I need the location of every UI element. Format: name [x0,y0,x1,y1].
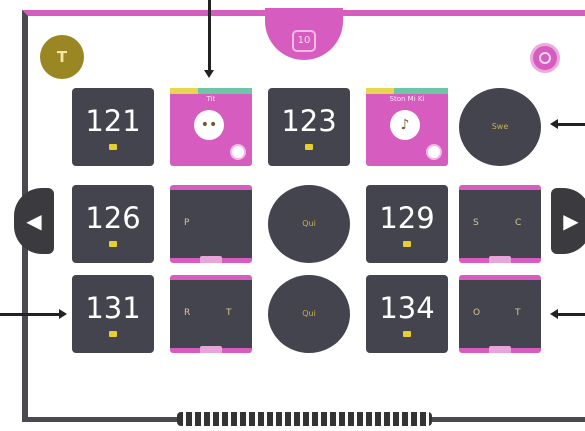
card-top-strip-accent [394,88,448,94]
number-card[interactable]: 121 [72,88,154,166]
card-number: 129 [379,201,435,235]
avatar[interactable]: T [40,35,84,79]
card-label: Qui [302,219,316,228]
card-number: 126 [85,201,141,235]
media-card[interactable]: Tit •• [170,88,252,166]
chevron-left-icon: ◀ [26,209,42,233]
card-marker [109,331,117,337]
panel-right-text: T [515,308,521,318]
number-card[interactable]: 129 [366,185,448,263]
panel-tab [200,346,222,353]
panel-card[interactable]: P [170,185,252,263]
panel-tab [200,256,222,263]
next-page-button[interactable]: ▶ [551,188,585,254]
menu-button[interactable] [530,43,560,73]
card-marker [403,241,411,247]
menu-icon [539,52,551,64]
number-card[interactable]: 134 [366,275,448,353]
top-tab-label: 10 [292,30,316,52]
media-card[interactable]: Ston Mi Ki ♪ [366,88,448,166]
panel-left-text: R [184,308,191,318]
card-title: Ston Mi Ki [389,95,425,103]
card-top-strip-accent [198,88,252,94]
panel-card[interactable]: OT [459,275,541,353]
card-label: Swe [491,122,509,131]
callout-line-right-top [557,123,585,126]
panel-card[interactable]: RT [170,275,252,353]
callout-arrow-top [204,70,214,78]
callout-arrow-right-top [550,119,558,129]
card-number: 121 [85,104,141,138]
panel-left-text: P [184,218,190,228]
circle-card[interactable]: Swe [459,88,541,166]
prev-page-button[interactable]: ◀ [14,188,54,254]
panel-tab [489,346,511,353]
circle-card[interactable]: Qui [268,275,350,353]
panel-right-text: T [226,308,232,318]
number-card[interactable]: 131 [72,275,154,353]
panel-card[interactable]: SC [459,185,541,263]
number-card[interactable]: 126 [72,185,154,263]
card-image-icon: •• [194,110,224,140]
card-number: 131 [85,291,141,325]
card-number: 134 [379,291,435,325]
circle-card[interactable]: Qui [268,185,350,263]
panel-left-text: S [473,218,479,228]
callout-arrow-right-bottom [550,309,558,319]
card-badge-icon [230,144,246,160]
callout-line-top [208,0,211,72]
card-label: Qui [302,309,316,318]
card-marker [109,144,117,150]
callout-line-left [0,313,60,316]
card-number: 123 [281,104,337,138]
card-image-icon: ♪ [390,110,420,140]
card-title: Tit [206,95,216,103]
card-marker [305,144,313,150]
card-badge-icon [426,144,442,160]
scrollbar[interactable] [177,412,432,426]
number-card[interactable]: 123 [268,88,350,166]
chevron-right-icon: ▶ [563,209,579,233]
callout-line-right-bottom [557,313,585,316]
panel-tab [489,256,511,263]
card-marker [403,331,411,337]
card-marker [109,241,117,247]
callout-arrow-left [59,309,67,319]
panel-right-text: C [515,218,522,228]
panel-left-text: O [473,308,481,318]
